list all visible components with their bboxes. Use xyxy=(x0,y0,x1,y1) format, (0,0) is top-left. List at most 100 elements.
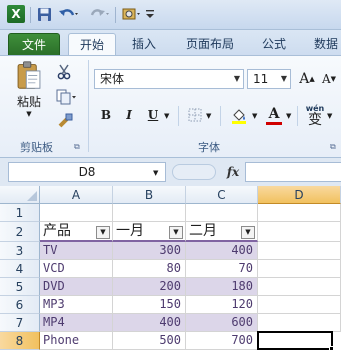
clipboard-launcher-icon[interactable]: ⧉ xyxy=(74,142,84,152)
undo-icon[interactable] xyxy=(57,5,81,23)
column-header-c[interactable]: C xyxy=(186,186,258,204)
table-cell[interactable]: 300 xyxy=(113,242,186,260)
header-label-feb: 二月 xyxy=(189,223,217,239)
table-cell[interactable]: 80 xyxy=(113,260,186,278)
column-header-d[interactable]: D xyxy=(258,186,341,204)
font-launcher-icon[interactable]: ⧉ xyxy=(330,142,340,152)
table-header-cell[interactable]: 产品 ▼ xyxy=(40,222,113,242)
table-cell[interactable]: 120 xyxy=(186,296,258,314)
font-name-value: 宋体 xyxy=(100,72,125,86)
worksheet-grid[interactable]: A B C D 1 2 3 4 5 6 7 8 产品 ▼ 一月 ▼ 二月 ▼ T… xyxy=(0,186,341,350)
chevron-down-icon[interactable]: ▼ xyxy=(252,112,257,120)
phonetic-guide-button[interactable]: wén 变 xyxy=(304,100,326,130)
underline-button[interactable]: U xyxy=(144,106,162,124)
formula-bar-splitter[interactable] xyxy=(172,164,216,180)
row-header-8[interactable]: 8 xyxy=(0,332,40,350)
row-header-5[interactable]: 5 xyxy=(0,278,40,296)
formula-bar: D8 ▼ fx xyxy=(0,158,341,186)
table-cell[interactable]: 700 xyxy=(186,332,258,350)
font-name-combo[interactable]: 宋体 ▼ xyxy=(94,69,244,89)
arrow-up-icon: ▲ xyxy=(309,75,315,83)
fill-color-icon[interactable] xyxy=(228,104,250,126)
table-header-cell[interactable]: 二月 ▼ xyxy=(186,222,258,242)
column-header-a[interactable]: A xyxy=(40,186,113,204)
italic-button[interactable]: I xyxy=(120,106,138,124)
fill-handle[interactable] xyxy=(329,346,334,350)
quick-access-menu-icon[interactable] xyxy=(144,5,156,23)
shrink-font-button[interactable]: A ▼ xyxy=(319,69,339,89)
row-header-1[interactable]: 1 xyxy=(0,204,40,222)
filter-dropdown-icon[interactable]: ▼ xyxy=(169,226,183,239)
tab-data[interactable]: 数据 xyxy=(304,33,341,56)
formula-input[interactable] xyxy=(245,162,341,182)
save-icon[interactable] xyxy=(35,5,53,23)
tab-home[interactable]: 开始 xyxy=(68,33,116,56)
row-header-2[interactable]: 2 xyxy=(0,222,40,242)
borders-icon[interactable] xyxy=(186,106,204,124)
row-header-3[interactable]: 3 xyxy=(0,242,40,260)
table-cell[interactable]: MP4 xyxy=(40,314,113,332)
table-cell[interactable]: 150 xyxy=(113,296,186,314)
paste-button[interactable]: 粘贴 ▼ xyxy=(10,60,48,118)
grow-font-button[interactable]: A ▲ xyxy=(297,69,317,89)
bold-button[interactable]: B xyxy=(97,106,115,124)
name-box[interactable]: D8 xyxy=(8,162,166,182)
chevron-down-icon[interactable]: ▼ xyxy=(153,169,158,177)
insert-function-button[interactable]: fx xyxy=(222,163,244,181)
cell-b1[interactable] xyxy=(113,204,186,222)
cell-d5[interactable] xyxy=(258,278,341,296)
tab-insert[interactable]: 插入 xyxy=(122,33,166,56)
table-cell[interactable]: Phone xyxy=(40,332,113,350)
cell-d7[interactable] xyxy=(258,314,341,332)
chevron-down-icon[interactable]: ▼ xyxy=(164,112,169,120)
font-size-combo[interactable]: 11 ▼ xyxy=(247,69,291,89)
table-cell[interactable]: MP3 xyxy=(40,296,113,314)
cell-d1[interactable] xyxy=(258,204,341,222)
cut-icon[interactable] xyxy=(54,62,74,82)
row-header-7[interactable]: 7 xyxy=(0,314,40,332)
cell-d2[interactable] xyxy=(258,222,341,242)
table-cell[interactable]: TV xyxy=(40,242,113,260)
column-header-b[interactable]: B xyxy=(113,186,186,204)
chevron-down-icon: ▼ xyxy=(26,110,32,118)
paste-label: 粘贴 xyxy=(16,95,41,109)
cell-d6[interactable] xyxy=(258,296,341,314)
redo-icon[interactable] xyxy=(88,5,112,23)
cell-d4[interactable] xyxy=(258,260,341,278)
format-painter-icon[interactable] xyxy=(54,111,76,131)
chevron-down-icon[interactable]: ▼ xyxy=(286,112,291,120)
table-cell[interactable]: DVD xyxy=(40,278,113,296)
table-cell[interactable]: 180 xyxy=(186,278,258,296)
font-color-swatch xyxy=(266,121,282,125)
copy-icon[interactable] xyxy=(54,87,80,107)
cell-c1[interactable] xyxy=(186,204,258,222)
tab-formulas[interactable]: 公式 xyxy=(252,33,296,56)
table-cell[interactable]: 70 xyxy=(186,260,258,278)
active-cell-d8[interactable] xyxy=(257,331,333,350)
row-header-4[interactable]: 4 xyxy=(0,260,40,278)
chevron-down-icon[interactable]: ▼ xyxy=(327,112,332,120)
table-cell[interactable]: 500 xyxy=(113,332,186,350)
table-header-cell[interactable]: 一月 ▼ xyxy=(113,222,186,242)
excel-app-icon[interactable]: X xyxy=(7,5,25,23)
arrow-down-icon: ▼ xyxy=(330,75,337,83)
table-cell[interactable]: 600 xyxy=(186,314,258,332)
table-cell[interactable]: 400 xyxy=(113,314,186,332)
filter-dropdown-icon[interactable]: ▼ xyxy=(96,226,110,239)
ribbon-tabs: 文件 开始 插入 页面布局 公式 数据 xyxy=(0,30,341,56)
row-header-6[interactable]: 6 xyxy=(0,296,40,314)
filter-dropdown-icon[interactable]: ▼ xyxy=(241,226,255,239)
font-color-button[interactable]: A xyxy=(264,104,284,126)
tab-file[interactable]: 文件 xyxy=(8,33,60,56)
select-all-corner[interactable] xyxy=(0,186,40,204)
table-cell[interactable]: 200 xyxy=(113,278,186,296)
cell-d3[interactable] xyxy=(258,242,341,260)
table-cell[interactable]: VCD xyxy=(40,260,113,278)
tab-page-layout[interactable]: 页面布局 xyxy=(175,33,245,56)
grow-font-label: A xyxy=(299,71,310,87)
cell-a1[interactable] xyxy=(40,204,113,222)
customize-icon[interactable] xyxy=(120,5,142,23)
chevron-down-icon[interactable]: ▼ xyxy=(206,112,211,120)
table-cell[interactable]: 400 xyxy=(186,242,258,260)
chevron-down-icon: ▼ xyxy=(233,74,240,83)
